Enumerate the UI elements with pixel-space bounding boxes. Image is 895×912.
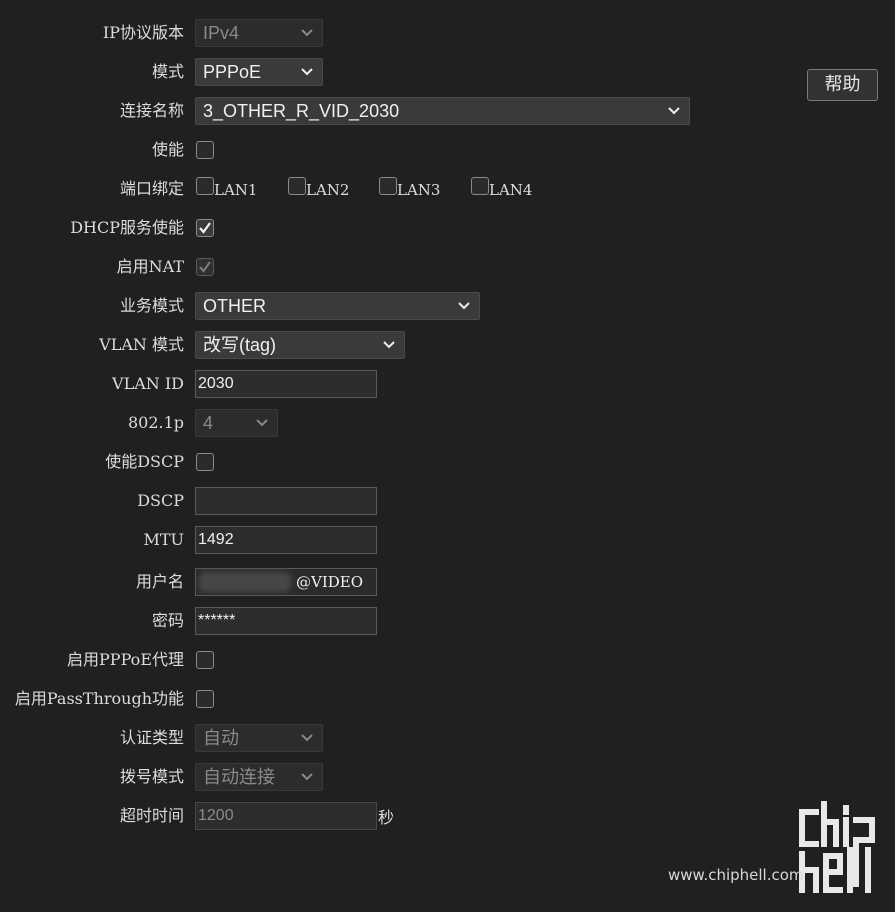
enable-label: 使能: [151, 140, 184, 159]
port-binding-label: 端口绑定: [119, 179, 184, 198]
dial-mode-value: 自动连接: [203, 767, 275, 787]
help-button[interactable]: 帮助: [807, 69, 878, 101]
connection-name-label: 连接名称: [119, 101, 184, 120]
auth-type-label: 认证类型: [119, 728, 184, 747]
enable-dscp-label: 使能DSCP: [105, 452, 184, 471]
dot1p-value: 4: [203, 413, 214, 433]
mtu-input[interactable]: 1492: [195, 526, 377, 554]
dot1p-label: 802.1p: [127, 413, 184, 432]
watermark-url: www.chiphell.com: [668, 866, 804, 884]
chevron-down-icon: [300, 732, 314, 744]
dhcp-service-checkbox[interactable]: [196, 219, 214, 237]
service-mode-value: OTHER: [203, 296, 266, 316]
chevron-down-icon: [667, 105, 681, 117]
timeout-input[interactable]: 1200: [195, 802, 377, 830]
service-mode-select[interactable]: OTHER: [195, 292, 480, 320]
connection-name-select[interactable]: 3_OTHER_R_VID_2030: [195, 97, 690, 125]
pppoe-proxy-label: 启用PPPoE代理: [67, 650, 184, 669]
chevron-down-icon: [300, 66, 314, 78]
chevron-down-icon: [255, 417, 269, 429]
chevron-down-icon: [300, 771, 314, 783]
vlan-mode-label: VLAN 模式: [99, 335, 184, 354]
chevron-down-icon: [457, 300, 471, 312]
mtu-label: MTU: [143, 530, 184, 549]
password-label: 密码: [151, 611, 184, 630]
lan4-checkbox[interactable]: [471, 177, 489, 195]
service-mode-label: 业务模式: [119, 296, 184, 315]
connection-name-value: 3_OTHER_R_VID_2030: [203, 101, 400, 121]
chevron-down-icon: [382, 339, 396, 351]
enable-dscp-checkbox[interactable]: [196, 453, 214, 471]
username-label: 用户名: [135, 572, 184, 591]
vlan-id-label: VLAN ID: [112, 374, 184, 393]
dscp-input[interactable]: [195, 487, 377, 515]
enable-checkbox[interactable]: [196, 141, 214, 159]
vlan-id-input[interactable]: 2030: [195, 370, 377, 398]
dscp-label: DSCP: [137, 491, 184, 510]
lan4-label: LAN4: [489, 181, 533, 199]
nat-checkbox[interactable]: [196, 258, 214, 276]
chiphell-logo: [796, 800, 880, 895]
vlan-mode-value: 改写(tag): [203, 335, 277, 355]
ip-version-select[interactable]: IPv4: [195, 19, 323, 47]
mode-label: 模式: [151, 62, 184, 81]
chevron-down-icon: [300, 27, 314, 39]
dot1p-select[interactable]: 4: [195, 409, 278, 437]
auth-type-value: 自动: [203, 728, 239, 748]
checkmark-icon: [199, 261, 211, 273]
ip-version-label: IP协议版本: [102, 23, 184, 42]
dial-mode-select[interactable]: 自动连接: [195, 763, 323, 791]
lan3-label: LAN3: [397, 181, 441, 199]
lan2-label: LAN2: [306, 181, 350, 199]
timeout-unit: 秒: [378, 808, 395, 827]
vlan-mode-select[interactable]: 改写(tag): [195, 331, 405, 359]
mode-value: PPPoE: [203, 62, 262, 82]
passthrough-checkbox[interactable]: [196, 690, 214, 708]
lan1-checkbox[interactable]: [196, 177, 214, 195]
dial-mode-label: 拨号模式: [119, 767, 184, 786]
checkmark-icon: [199, 222, 211, 234]
password-input[interactable]: ******: [195, 607, 377, 635]
passthrough-label: 启用PassThrough功能: [14, 689, 184, 708]
dhcp-service-label: DHCP服务使能: [70, 218, 184, 237]
lan3-checkbox[interactable]: [379, 177, 397, 195]
pppoe-proxy-checkbox[interactable]: [196, 651, 214, 669]
timeout-label: 超时时间: [119, 806, 184, 825]
username-suffix: @VIDEO: [296, 573, 364, 591]
mode-select[interactable]: PPPoE: [195, 58, 323, 86]
redacted-blur: [199, 572, 291, 592]
ip-version-value: IPv4: [203, 23, 240, 43]
username-input[interactable]: @VIDEO: [195, 568, 377, 596]
nat-label: 启用NAT: [116, 257, 184, 276]
lan2-checkbox[interactable]: [288, 177, 306, 195]
lan1-label: LAN1: [214, 181, 258, 199]
auth-type-select[interactable]: 自动: [195, 724, 323, 752]
